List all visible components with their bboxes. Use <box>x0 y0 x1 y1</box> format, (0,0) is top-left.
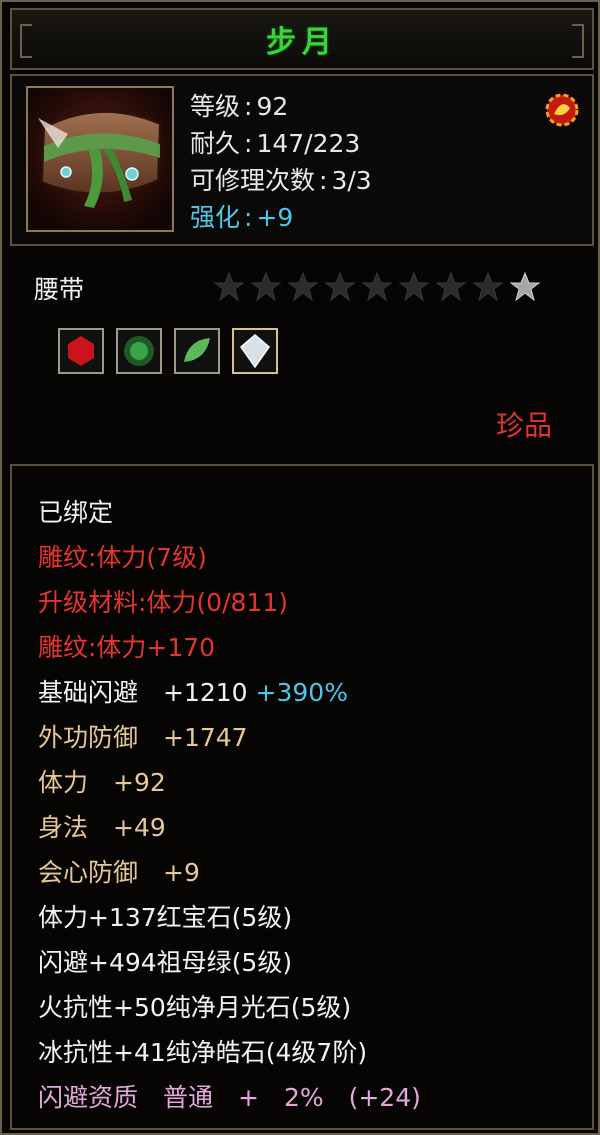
star-rating <box>212 270 542 304</box>
star-dim-icon <box>287 271 319 302</box>
attribute-row: 闪避资质 普通 + 2% (+24) <box>38 1075 421 1120</box>
durability-row: 耐久:147/223 <box>190 129 361 158</box>
attributes-panel: 已绑定雕纹:体力(7级) 升级材料:体力(0/811) 雕纹:体力+170 基础闪避 … <box>10 464 594 1130</box>
attribute-row: 闪避+494祖母绿(5级) <box>38 940 421 985</box>
title-bar-left-ornament <box>20 24 32 58</box>
durability-value: 147/223 <box>256 129 361 158</box>
star-icon <box>509 271 541 302</box>
star-dim-icon <box>398 271 430 302</box>
attribute-row: 冰抗性+41纯净皓石(4级7阶) <box>38 1030 421 1075</box>
attribute-text: 体力+137红宝石(5级) <box>38 903 293 932</box>
star-dim-icon <box>472 271 504 302</box>
attribute-bonus: +390% <box>247 678 348 707</box>
diamond-gem-icon <box>239 334 271 369</box>
item-header-panel: 等级:92 耐久:147/223 可修理次数:3/3 强化: +9 <box>10 74 594 246</box>
attribute-row: 身法 +49 <box>38 805 421 850</box>
belt-item-icon[interactable] <box>26 86 174 232</box>
attribute-text: 闪避资质 普通 + 2% (+24) <box>38 1083 421 1112</box>
star-dim-icon <box>250 271 282 302</box>
star-dim-icon <box>435 271 467 302</box>
attribute-row: 体力+137红宝石(5级) <box>38 895 421 940</box>
gem-slots <box>58 328 278 374</box>
attribute-text: 冰抗性+41纯净皓石(4级7阶) <box>38 1038 368 1067</box>
enhance-value: +9 <box>256 203 294 232</box>
attribute-row: 雕纹:体力(7级) <box>38 535 421 580</box>
star-dim-icon <box>324 271 356 302</box>
item-tooltip-window: 步月 等级: 92 耐久: 147/223 可修理次数: 3/3 强化:… <box>0 0 600 1135</box>
attribute-text: 雕纹:体力+170 <box>38 633 216 662</box>
attribute-row: 体力 +92 <box>38 760 421 805</box>
attribute-row: 外功防御 +1747 <box>38 715 421 760</box>
item-name: 步月 <box>266 25 338 60</box>
attribute-text: 火抗性+50纯净月光石(5级) <box>38 993 352 1022</box>
attribute-row: 已绑定 <box>38 490 421 535</box>
attribute-row: 会心防御 +9 <box>38 850 421 895</box>
attribute-row: 火抗性+50纯净月光石(5级) <box>38 985 421 1030</box>
attribute-text: 升级材料:体力(0/811) <box>38 588 288 617</box>
attribute-text: 外功防御 +1747 <box>38 723 248 752</box>
attribute-text: 已绑定 <box>38 498 114 527</box>
repair-row: 可修理次数:3/3 <box>190 166 372 195</box>
title-bar-right-ornament <box>572 24 584 58</box>
item-stats: 等级:92 耐久:147/223 可修理次数:3/3 强化: +9 <box>190 88 372 236</box>
attribute-text: 会心防御 +9 <box>38 858 200 887</box>
attribute-text: 体力 +92 <box>38 768 166 797</box>
repair-value: 3/3 <box>331 166 372 195</box>
repair-label: 可修理次数 <box>190 166 316 195</box>
rarity-label: 珍品 <box>495 409 552 442</box>
title-bar: 步月 <box>10 8 594 70</box>
attribute-text: 身法 +49 <box>38 813 166 842</box>
green-jade-ring-icon <box>124 336 154 366</box>
red-gem-icon <box>68 336 94 366</box>
star-dim-icon <box>213 271 245 302</box>
gem-slot[interactable] <box>174 328 220 374</box>
level-value: 92 <box>256 92 289 121</box>
durability-label: 耐久 <box>190 129 241 158</box>
level-row: 等级:92 <box>190 92 289 121</box>
attributes-list: 已绑定雕纹:体力(7级) 升级材料:体力(0/811) 雕纹:体力+170 基础闪避 … <box>38 490 421 1120</box>
gem-slot[interactable] <box>58 328 104 374</box>
level-label: 等级 <box>190 92 241 121</box>
attribute-row: 雕纹:体力+170 <box>38 625 421 670</box>
attribute-text: 基础闪避 +1210 <box>38 678 248 707</box>
enhance-row: 强化: +9 <box>190 203 294 232</box>
attribute-row: 基础闪避 +1210 +390% <box>38 670 421 715</box>
attribute-text: 闪避+494祖母绿(5级) <box>38 948 293 977</box>
green-jade-leaf-icon <box>184 338 210 362</box>
enhance-label: 强化 <box>190 203 241 232</box>
gem-slot[interactable] <box>232 328 278 374</box>
star-dim-icon <box>361 271 393 302</box>
gem-slot[interactable] <box>116 328 162 374</box>
attribute-row: 升级材料:体力(0/811) <box>38 580 421 625</box>
item-type: 腰带 <box>34 275 85 304</box>
gem-badge-icon <box>542 90 582 130</box>
attribute-text: 雕纹:体力(7级) <box>38 543 207 572</box>
